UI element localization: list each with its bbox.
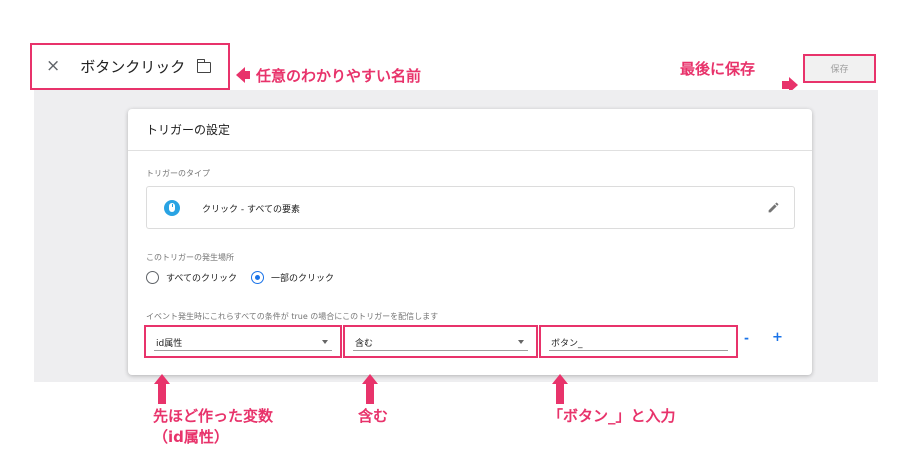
- value-hint-arrow: [552, 374, 568, 404]
- radio-all-clicks-label[interactable]: すべてのクリック: [166, 271, 237, 284]
- input-underline: [549, 350, 728, 351]
- variable-select-value: id属性: [156, 339, 183, 349]
- save-button[interactable]: 保存: [803, 54, 876, 83]
- chevron-down-icon: [322, 340, 328, 344]
- trigger-type-box[interactable]: クリック - すべての要素: [146, 186, 795, 229]
- divider: [128, 150, 812, 151]
- fire-on-options: すべてのクリック 一部のクリック: [146, 271, 348, 284]
- select-underline: [154, 350, 332, 351]
- folder-icon[interactable]: [196, 59, 212, 73]
- name-hint: 任意のわかりやすい名前: [256, 67, 422, 85]
- value-hint: 「ボタン_」と入力: [548, 407, 676, 425]
- contains-hint-arrow: [362, 374, 378, 404]
- variable-select[interactable]: id属性: [144, 325, 342, 358]
- select-underline: [353, 350, 528, 351]
- variable-hint-arrow: [154, 374, 170, 404]
- close-icon[interactable]: ×: [46, 58, 60, 75]
- card-title: トリガーの設定: [146, 123, 231, 137]
- remove-condition-button[interactable]: -: [744, 331, 749, 345]
- trigger-type-label: トリガーのタイプ: [146, 169, 210, 178]
- trigger-name-box[interactable]: × ボタンクリック: [30, 43, 230, 90]
- contains-hint: 含む: [358, 407, 389, 425]
- value-input-text[interactable]: ボタン_: [551, 336, 583, 349]
- radio-some-clicks[interactable]: [251, 271, 265, 284]
- add-condition-button[interactable]: +: [772, 330, 783, 345]
- save-hint: 最後に保存: [680, 60, 756, 78]
- name-hint-arrow: [236, 67, 250, 83]
- mouse-icon: [164, 200, 180, 216]
- variable-hint-line1: 先ほど作った変数: [153, 407, 274, 425]
- condition-label: イベント発生時にこれらすべての条件が true の場合にこのトリガーを配信します: [146, 312, 439, 321]
- trigger-type-value: クリック - すべての要素: [202, 205, 300, 215]
- pencil-icon[interactable]: [767, 201, 780, 214]
- chevron-down-icon: [518, 340, 524, 344]
- value-input[interactable]: ボタン_: [539, 325, 738, 358]
- fire-on-label: このトリガーの発生場所: [146, 253, 234, 262]
- trigger-name[interactable]: ボタンクリック: [80, 56, 185, 77]
- trigger-config-card: トリガーの設定 トリガーのタイプ クリック - すべての要素 このトリガーの発生…: [128, 109, 812, 375]
- operator-select-value: 含む: [355, 339, 374, 349]
- operator-select[interactable]: 含む: [343, 325, 538, 358]
- radio-all-clicks[interactable]: [146, 271, 159, 284]
- radio-some-clicks-label[interactable]: 一部のクリック: [271, 271, 334, 284]
- variable-hint-line2: （id属性）: [153, 428, 229, 446]
